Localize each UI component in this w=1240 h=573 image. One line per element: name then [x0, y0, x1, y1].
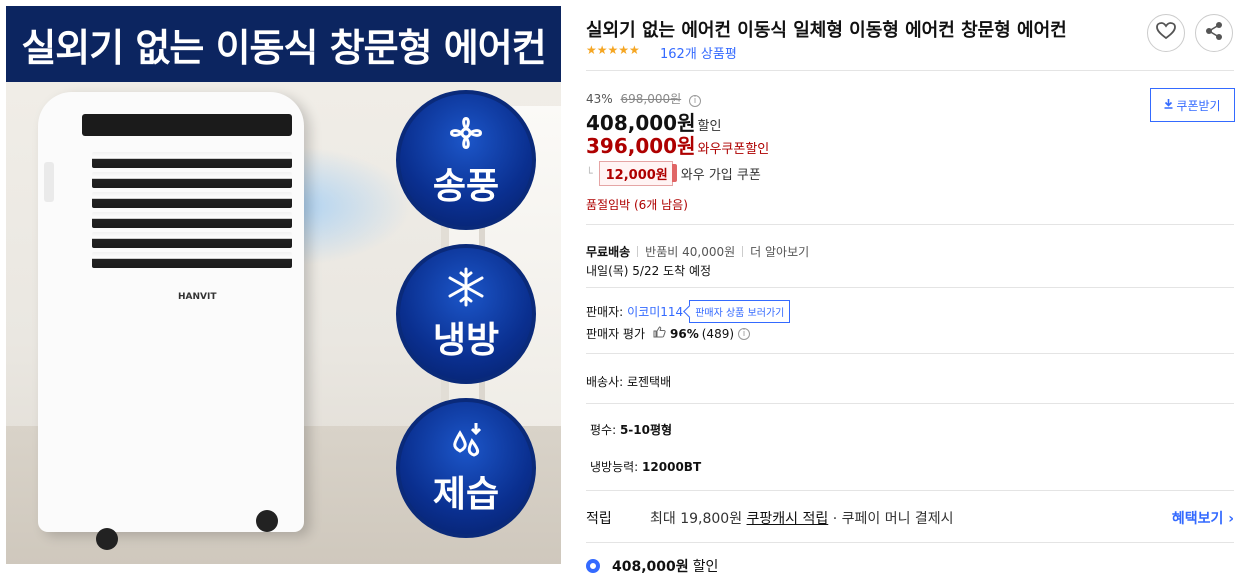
shipping-row: 무료배송 반품비 40,000원 더 알아보기 — [586, 243, 809, 260]
download-icon — [1164, 98, 1173, 112]
seller-row: 판매자: 이코미114 판매자 상품 보러가기 — [586, 300, 791, 323]
divider — [586, 403, 1234, 404]
seller-rating-label: 판매자 평가 — [586, 327, 646, 341]
airflow-effect — [292, 146, 412, 266]
share-button[interactable] — [1195, 14, 1233, 52]
shipping-more-link[interactable]: 더 알아보기 — [750, 243, 809, 260]
attribute-value: 12000BT — [642, 460, 702, 474]
cash-suffix: · 쿠페이 머니 결제시 — [828, 511, 954, 527]
badge-label: 송풍 — [432, 166, 500, 207]
separator — [742, 246, 744, 257]
seller-label: 판매자: — [586, 305, 624, 319]
seller-store-tooltip[interactable]: 판매자 상품 보러가기 — [689, 300, 791, 323]
unit-handle — [44, 162, 54, 202]
original-price: 698,000원 — [620, 92, 682, 106]
price-option-radio[interactable] — [586, 559, 600, 573]
return-fee: 반품비 40,000원 — [645, 245, 736, 259]
attribute-value: 5-10평형 — [619, 423, 673, 437]
benefits-link[interactable]: 혜택보기 › — [1172, 508, 1234, 528]
option-price: 408,000원 — [612, 559, 689, 573]
cash-link[interactable]: 쿠팡캐시 적립 — [747, 511, 829, 527]
low-stock-notice: 품절임박 (6개 남음) — [586, 198, 688, 212]
separator — [637, 246, 639, 257]
download-coupon-button[interactable]: 쿠폰받기 — [1150, 88, 1235, 122]
rating-stars[interactable]: ★★★★★ — [586, 43, 640, 57]
cash-label: 적립 — [586, 511, 612, 527]
wow-price-value: 396,000원 — [586, 134, 696, 158]
attribute-label: 평수: — [590, 423, 617, 437]
info-icon[interactable]: i — [689, 95, 701, 107]
free-shipping-label: 무료배송 — [586, 245, 631, 259]
feature-badge-fan: 송풍 — [396, 90, 536, 230]
divider — [586, 490, 1234, 491]
divider — [586, 70, 1234, 71]
snowflake-icon — [444, 265, 488, 319]
air-vents — [92, 152, 292, 272]
divider — [586, 224, 1234, 225]
fan-icon — [444, 111, 488, 165]
cash-prefix: 최대 19,800원 — [650, 511, 747, 527]
seller-rating-row: 판매자 평가 96% (489) i — [586, 325, 751, 342]
divider — [586, 542, 1234, 543]
thumbs-up-icon — [653, 326, 666, 341]
cash-description: 최대 19,800원 쿠팡캐시 적립 · 쿠페이 머니 결제시 — [650, 508, 954, 528]
attribute-area: 평수: 5-10평형 — [590, 421, 672, 438]
droplet-icon — [444, 419, 488, 473]
seller-rating-count: (489) — [701, 326, 735, 341]
feature-badge-cooling: 냉방 — [396, 244, 536, 384]
discount-rate: 43% — [586, 92, 613, 106]
seller-rating-value: 96% — [670, 326, 699, 341]
coupon-chip: 12,000원 — [598, 161, 677, 186]
feature-badge-dehumidify: 제습 — [396, 398, 536, 538]
info-icon[interactable]: i — [738, 327, 751, 340]
wow-price: 396,000원 와우쿠폰할인 — [586, 130, 769, 159]
courier-info: 배송사: 로젠택배 — [586, 375, 672, 389]
arrival-estimate: 내일(목) 5/22 도착 예정 — [586, 264, 712, 278]
attribute-cooling-capacity: 냉방능력: 12000BT — [590, 458, 701, 475]
review-count-link[interactable]: 162개 상품평 — [660, 43, 737, 62]
discount-info: 43% 698,000원 i — [586, 90, 701, 107]
badge-label: 제습 — [432, 474, 500, 515]
wheel — [96, 528, 118, 550]
wheel — [256, 510, 278, 532]
seller-name-link[interactable]: 이코미114 — [627, 303, 683, 320]
control-panel — [82, 114, 292, 136]
option-suffix: 할인 — [692, 559, 719, 573]
air-conditioner-unit: HANVIT — [38, 92, 304, 532]
unit-brand-logo: HANVIT — [178, 292, 217, 302]
divider — [586, 353, 1234, 354]
share-icon — [1204, 21, 1224, 45]
price-option-row[interactable]: 408,000원 할인 — [586, 556, 718, 573]
badge-label: 냉방 — [432, 320, 500, 361]
heart-icon — [1156, 22, 1176, 44]
image-banner: 실외기 없는 이동식 창문형 에어컨 — [6, 6, 561, 82]
product-image[interactable]: 실외기 없는 이동식 창문형 에어컨 HANVIT 송풍 냉방 제습 — [6, 6, 561, 564]
coupon-label: 와우 가입 쿠폰 — [680, 168, 761, 183]
wishlist-button[interactable] — [1147, 14, 1185, 52]
attribute-label: 냉방능력: — [590, 460, 639, 474]
product-title: 실외기 없는 에어컨 이동식 일체형 이동형 에어컨 창문형 에어컨 — [586, 20, 1067, 41]
wow-price-suffix: 와우쿠폰할인 — [697, 142, 770, 157]
divider — [586, 287, 1234, 288]
coupon-button-label: 쿠폰받기 — [1176, 98, 1221, 113]
cash-reward-row: 적립 최대 19,800원 쿠팡캐시 적립 · 쿠페이 머니 결제시 혜택보기 … — [586, 508, 1234, 528]
corner-icon: └ — [586, 167, 593, 180]
wow-coupon-row: └ 12,000원 와우 가입 쿠폰 — [586, 161, 761, 186]
